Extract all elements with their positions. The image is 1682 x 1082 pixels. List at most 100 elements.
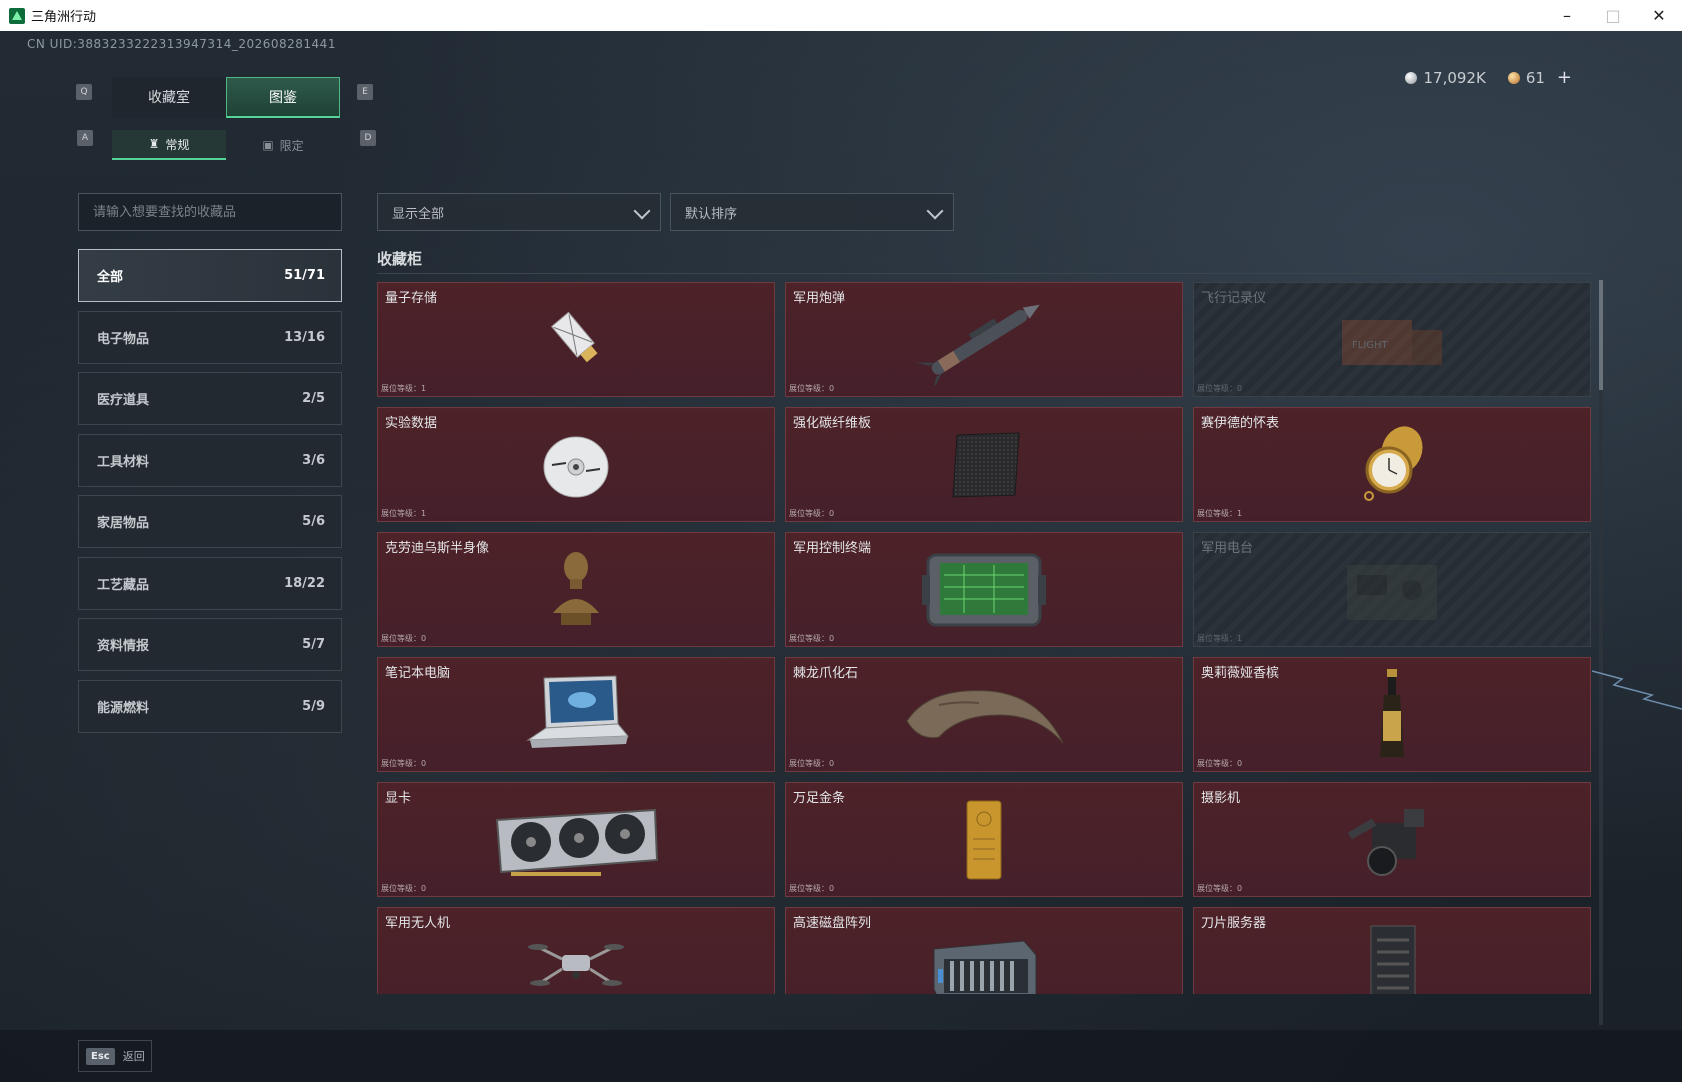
category-tools[interactable]: 工具材料 3/6 bbox=[78, 433, 342, 487]
item-display-level: 展位等级：1 bbox=[1197, 634, 1243, 643]
silver-coin-icon bbox=[1405, 71, 1418, 84]
item-name: 军用电台 bbox=[1201, 541, 1254, 556]
item-name: 奥莉薇娅香槟 bbox=[1201, 666, 1280, 681]
collection-item-card[interactable]: 摄影机展位等级：0 bbox=[1193, 782, 1591, 897]
collection-grid-viewport: 量子存储 展位等级：1 军用炮弹 展位等级：0 FLIGHT 飞行记录仪 展位等级：0 实验数… bbox=[377, 282, 1591, 994]
missile-icon bbox=[786, 283, 1182, 396]
item-display-level: 展位等级：0 bbox=[1197, 884, 1243, 893]
bottle-icon: ♜ bbox=[148, 137, 160, 151]
collection-item-card[interactable]: 棘龙爪化石 展位等级：0 bbox=[785, 657, 1183, 772]
item-name: 克劳迪乌斯半身像 bbox=[385, 541, 490, 556]
close-button[interactable]: ✕ bbox=[1636, 0, 1682, 31]
tab-collection-room[interactable]: 收藏室 bbox=[112, 77, 226, 118]
collection-item-card[interactable]: 军用电台展位等级：1 bbox=[1193, 532, 1591, 647]
item-name: 显卡 bbox=[385, 791, 412, 806]
subtab-limited-label: 限定 bbox=[279, 138, 304, 153]
subtab-limited[interactable]: ▣ 限定 bbox=[226, 130, 340, 160]
collection-item-card[interactable]: 万足金条展位等级：0 bbox=[785, 782, 1183, 897]
grid-scrollbar-thumb[interactable] bbox=[1599, 280, 1603, 390]
item-display-level: 展位等级：0 bbox=[789, 634, 835, 643]
collection-item-card[interactable]: 军用无人机 bbox=[377, 907, 775, 994]
category-intel[interactable]: 资料情报 5/7 bbox=[78, 618, 342, 671]
collection-item-card[interactable]: 实验数据 展位等级：1 bbox=[377, 407, 775, 522]
collection-item-card[interactable]: 奥莉薇娅香槟 展位等级：0 bbox=[1193, 657, 1591, 772]
item-name: 万足金条 bbox=[793, 791, 846, 806]
category-label: 工具材料 bbox=[97, 454, 150, 470]
item-display-level: 展位等级：0 bbox=[789, 884, 835, 893]
silver-amount: 17,092K bbox=[1423, 68, 1486, 87]
sort-dropdown[interactable]: 默认排序 bbox=[670, 193, 954, 231]
category-count: 51/71 bbox=[284, 268, 325, 283]
subtab-regular-label: 常规 bbox=[165, 137, 190, 152]
category-count: 5/9 bbox=[302, 698, 325, 714]
category-label: 全部 bbox=[97, 270, 124, 285]
collection-item-card[interactable]: 高速磁盘阵列 bbox=[785, 907, 1183, 994]
category-count: 2/5 bbox=[302, 391, 325, 406]
search-box bbox=[78, 193, 342, 231]
tab-codex[interactable]: 图鉴 bbox=[226, 77, 340, 118]
subtab-regular[interactable]: ♜ 常规 bbox=[112, 130, 226, 160]
back-label: 返回 bbox=[122, 1050, 145, 1063]
collection-item-card[interactable]: 军用控制终端 展位等级：0 bbox=[785, 532, 1183, 647]
item-name: 军用炮弹 bbox=[793, 291, 846, 306]
key-hint-q: Q bbox=[76, 84, 92, 100]
category-crafts[interactable]: 工艺藏品 18/22 bbox=[78, 556, 342, 610]
category-label: 工艺藏品 bbox=[97, 577, 150, 593]
collection-item-card[interactable]: FLIGHT 飞行记录仪 展位等级：0 bbox=[1193, 282, 1591, 397]
gold-amount: 61 bbox=[1525, 68, 1545, 87]
chevron-down-icon bbox=[926, 202, 944, 220]
section-title: 收藏柜 bbox=[377, 250, 423, 268]
collection-item-card[interactable]: 强化碳纤维板 展位等级：0 bbox=[785, 407, 1183, 522]
app-logo-icon bbox=[9, 7, 25, 24]
category-medical[interactable]: 医疗道具 2/5 bbox=[78, 372, 342, 425]
collection-item-card[interactable]: 显卡 展位等级：0 bbox=[377, 782, 775, 897]
minimize-button[interactable]: – bbox=[1544, 0, 1590, 31]
window-titlebar: 三角洲行动 – □ ✕ bbox=[0, 0, 1682, 31]
maximize-button[interactable]: □ bbox=[1590, 0, 1636, 31]
item-name: 实验数据 bbox=[385, 416, 438, 431]
search-input[interactable] bbox=[79, 194, 341, 230]
window-controls: – □ ✕ bbox=[1544, 0, 1682, 31]
sub-tabs: ♜ 常规 ▣ 限定 bbox=[112, 130, 340, 160]
item-name: 高速磁盘阵列 bbox=[793, 916, 872, 931]
esc-key-hint: Esc bbox=[86, 1047, 115, 1065]
category-label: 电子物品 bbox=[97, 331, 150, 347]
display-filter-value: 显示全部 bbox=[392, 206, 445, 222]
category-energy[interactable]: 能源燃料 5/9 bbox=[78, 679, 342, 733]
disc-icon bbox=[378, 408, 774, 521]
collection-item-card[interactable]: 笔记本电脑 展位等级：0 bbox=[377, 657, 775, 772]
collection-item-card[interactable]: 量子存储展位等级：1 bbox=[377, 282, 775, 397]
lightning-decoration-icon bbox=[1592, 670, 1682, 710]
collection-item-card[interactable]: 刀片服务器 bbox=[1193, 907, 1591, 994]
item-display-level: 展位等级：0 bbox=[381, 634, 427, 643]
category-all[interactable]: 全部 51/71 bbox=[78, 249, 342, 302]
item-name: 量子存储 bbox=[385, 291, 438, 306]
item-name: 强化碳纤维板 bbox=[793, 416, 872, 431]
sort-value: 默认排序 bbox=[685, 206, 738, 222]
add-currency-button[interactable]: + bbox=[1557, 67, 1572, 88]
currency-bar: 17,092K 61 + bbox=[1405, 67, 1572, 88]
category-label: 资料情报 bbox=[97, 639, 150, 654]
collection-item-card[interactable]: 军用炮弹展位等级：0 bbox=[785, 282, 1183, 397]
chevron-down-icon bbox=[633, 202, 651, 220]
collection-item-card[interactable]: 赛伊德的怀表 展位等级：1 bbox=[1193, 407, 1591, 522]
item-display-level: 展位等级：0 bbox=[381, 759, 427, 768]
item-display-level: 展位等级：1 bbox=[1197, 509, 1243, 518]
gold-currency: 61 + bbox=[1507, 67, 1572, 88]
gold-bar-icon bbox=[786, 783, 1182, 896]
graphics-card-icon bbox=[378, 783, 774, 896]
collection-item-card[interactable]: 克劳迪乌斯半身像展位等级：0 bbox=[377, 532, 775, 647]
item-display-level: 展位等级：0 bbox=[789, 384, 835, 393]
usb-drive-icon bbox=[378, 283, 774, 396]
category-count: 13/16 bbox=[284, 329, 325, 345]
image-icon: ▣ bbox=[262, 138, 274, 152]
back-button[interactable]: Esc 返回 bbox=[78, 1040, 152, 1072]
display-filter-dropdown[interactable]: 显示全部 bbox=[377, 193, 661, 231]
item-name: 摄影机 bbox=[1201, 791, 1241, 806]
player-uid: CN UID:3883233222313947314_202608281441 bbox=[27, 37, 336, 51]
category-household[interactable]: 家居物品 5/6 bbox=[78, 495, 342, 548]
category-electronics[interactable]: 电子物品 13/16 bbox=[78, 310, 342, 364]
item-display-level: 展位等级：1 bbox=[381, 384, 427, 393]
collection-grid: 量子存储 展位等级：1 军用炮弹 展位等级：0 FLIGHT 飞行记录仪 展位等级：0 实验数… bbox=[377, 282, 1591, 994]
category-label: 能源燃料 bbox=[97, 700, 150, 716]
